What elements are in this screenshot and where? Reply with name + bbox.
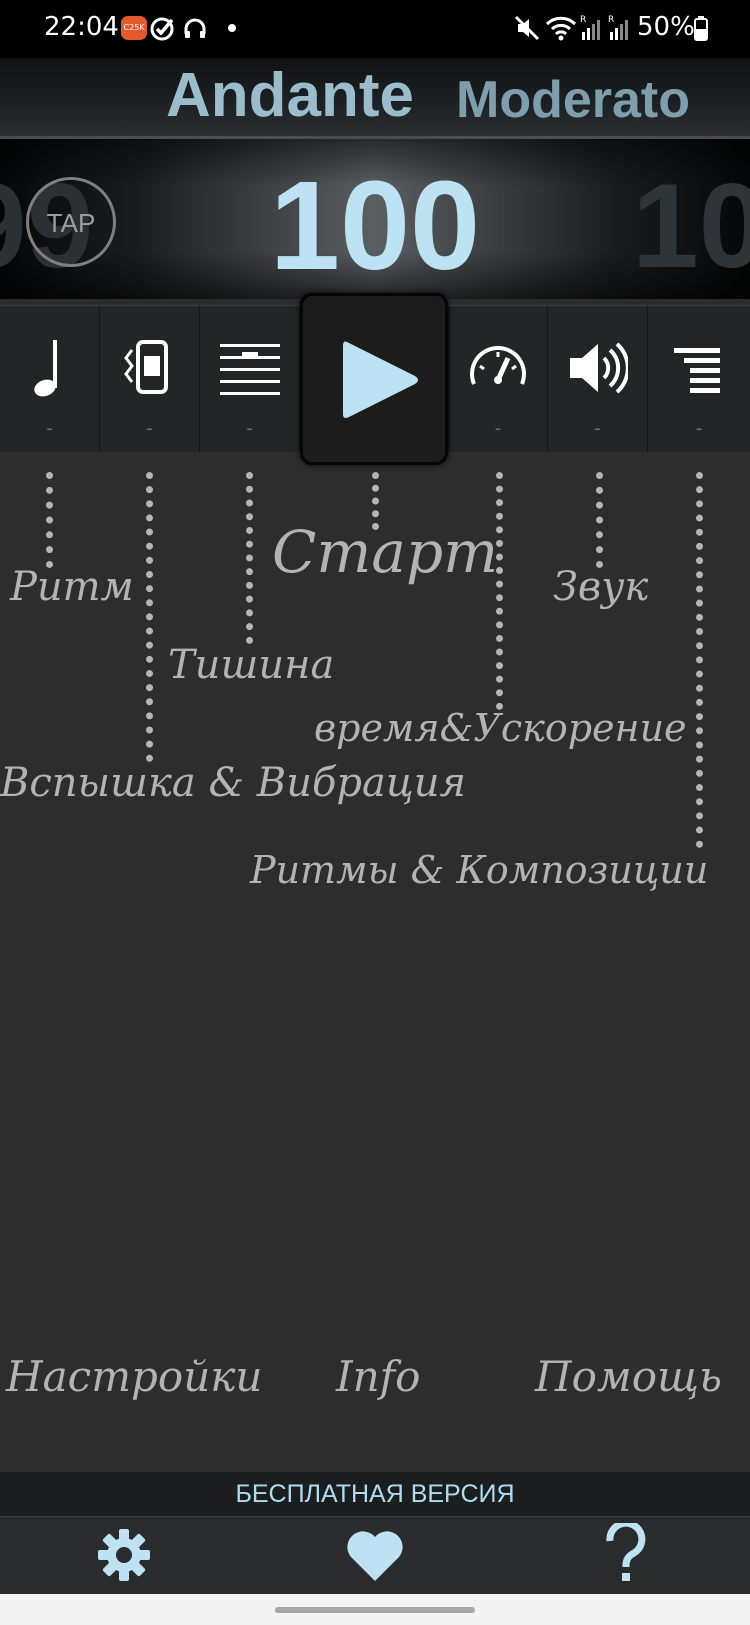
- speed-guide-line: [496, 472, 503, 710]
- metronome-screen: 22:04 C25K R R 50% Andante Moderato 99: [0, 0, 750, 1625]
- headphones-icon: [183, 14, 207, 46]
- help-label: Помощь: [535, 1352, 722, 1401]
- flash-guide-line: [146, 472, 153, 762]
- flash-vibration-button[interactable]: -: [100, 306, 200, 452]
- svg-text:R: R: [608, 15, 614, 25]
- rhythm-label: Ритм: [10, 564, 134, 610]
- status-bar: 22:04 C25K R R 50%: [0, 0, 750, 58]
- gear-icon: [96, 1529, 152, 1587]
- free-version-banner[interactable]: БЕСПЛАТНАЯ ВЕРСИЯ: [0, 1472, 750, 1516]
- status-time: 22:04: [44, 12, 119, 42]
- tempo-next-name: Moderato: [456, 71, 690, 129]
- speed-value: -: [494, 418, 502, 439]
- time-acceleration-label: время&Ускорение: [314, 706, 687, 750]
- playlist-button[interactable]: -: [648, 306, 750, 452]
- help-button[interactable]: [604, 1519, 648, 1589]
- tempo-name-scroller[interactable]: Andante Moderato: [0, 58, 750, 139]
- battery-percent: 50%: [637, 12, 695, 42]
- play-button[interactable]: [300, 293, 448, 465]
- heart-icon: [345, 1531, 405, 1587]
- system-nav-bar: [0, 1594, 750, 1625]
- rhythm-value: -: [46, 418, 53, 439]
- question-icon: [604, 1519, 648, 1589]
- silence-value: -: [246, 418, 253, 439]
- home-gesture-handle[interactable]: [275, 1607, 475, 1613]
- silence-button[interactable]: -: [200, 306, 300, 452]
- settings-label: Настройки: [6, 1352, 263, 1401]
- speed-button[interactable]: -: [448, 306, 548, 452]
- help-overlay: Ритм Старт Звук Тишина время&Ускорение В…: [0, 452, 750, 1472]
- sound-value: -: [594, 418, 601, 439]
- bpm-wheel[interactable]: 99 100 101 TAP: [0, 139, 750, 299]
- rhythms-compositions-label: Ритмы & Композиции: [250, 848, 709, 892]
- flash-vibration-label: Вспышка & Вибрация: [0, 760, 466, 806]
- svg-text:R: R: [580, 15, 586, 25]
- mute-icon: [513, 14, 541, 46]
- sound-button[interactable]: -: [548, 306, 648, 452]
- battery-icon: [694, 14, 708, 46]
- flash-vibration-value: -: [146, 418, 153, 439]
- tempo-current-name: Andante: [166, 61, 414, 130]
- playlist-guide-line: [696, 472, 703, 848]
- bottom-bar: [0, 1516, 750, 1595]
- silence-label: Тишина: [168, 642, 335, 688]
- sound-label: Звук: [553, 564, 649, 610]
- favorite-button[interactable]: [345, 1529, 405, 1587]
- wifi-icon: [545, 14, 577, 46]
- info-label: Info: [336, 1352, 421, 1401]
- signal-r-icon: R: [578, 14, 602, 46]
- sound-guide-line: [596, 472, 603, 568]
- tap-tempo-button[interactable]: TAP: [26, 177, 116, 267]
- c25k-app-icon: C25K: [121, 16, 147, 40]
- playlist-value: -: [695, 418, 703, 439]
- rhythm-guide-line: [46, 472, 53, 568]
- signal-r-icon: R: [606, 14, 630, 46]
- silence-guide-line: [246, 472, 253, 644]
- start-label: Старт: [272, 518, 499, 586]
- notification-dot-icon: [228, 24, 236, 32]
- settings-button[interactable]: [96, 1527, 152, 1587]
- check-circle-icon: [150, 14, 176, 46]
- rhythm-button[interactable]: -: [0, 306, 100, 452]
